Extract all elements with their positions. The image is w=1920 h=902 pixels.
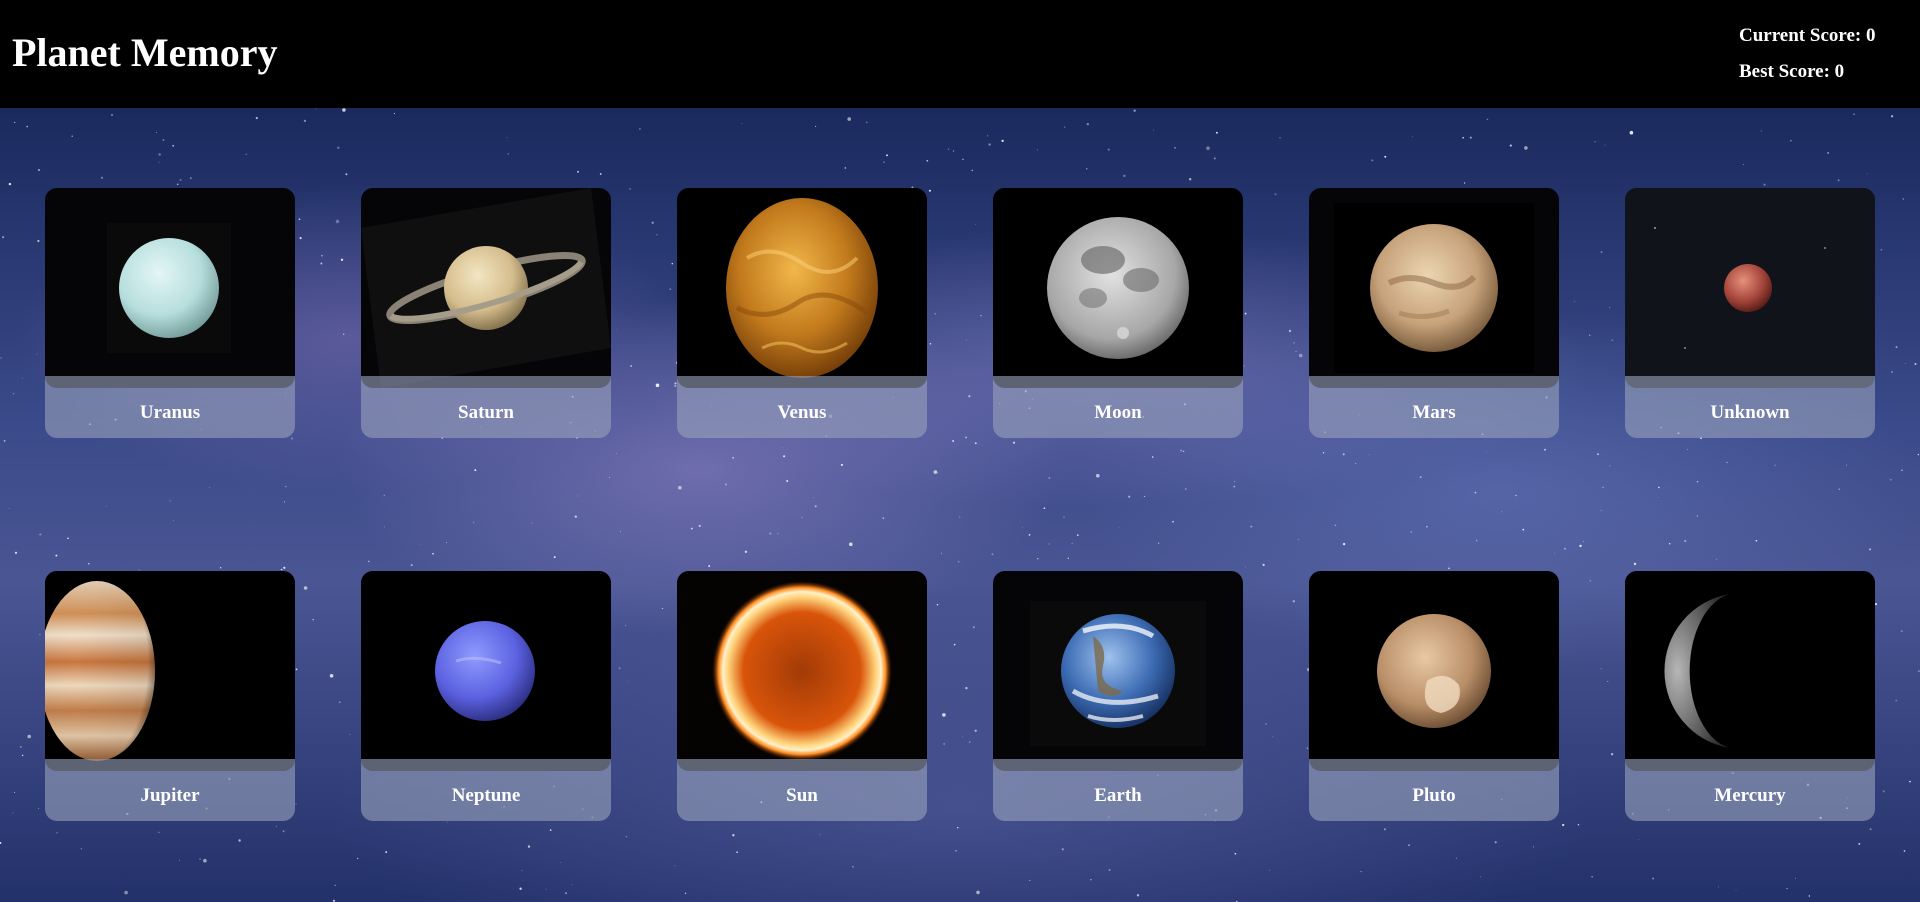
unknown-planet-icon xyxy=(1625,188,1875,388)
best-score: Best Score: 0 xyxy=(1739,61,1845,82)
card-saturn[interactable]: Saturn xyxy=(361,188,611,438)
card-jupiter[interactable]: Jupiter xyxy=(45,571,295,821)
card-uranus[interactable]: Uranus xyxy=(45,188,295,438)
card-neptune[interactable]: Neptune xyxy=(361,571,611,821)
mars-icon xyxy=(1309,188,1559,388)
card-label: Sun xyxy=(786,785,818,806)
mercury-icon xyxy=(1625,571,1875,771)
venus-icon xyxy=(677,188,927,388)
earth-icon xyxy=(993,571,1243,771)
card-label: Mercury xyxy=(1714,785,1786,806)
card-label: Uranus xyxy=(139,402,201,423)
card-venus[interactable]: Venus xyxy=(677,188,927,438)
saturn-icon xyxy=(361,188,611,388)
card-mars[interactable]: Mars xyxy=(1309,188,1559,438)
card-label: Unknown xyxy=(1710,402,1790,423)
jupiter-icon xyxy=(45,571,295,771)
moon-icon xyxy=(993,188,1243,388)
app-title: Planet Memory xyxy=(12,30,278,75)
card-mercury[interactable]: Mercury xyxy=(1625,571,1875,821)
card-label: Venus xyxy=(777,402,827,423)
scoreboard: Current Score: 0 Best Score: 0 xyxy=(1739,22,1876,94)
uranus-icon xyxy=(45,188,295,388)
card-label: Jupiter xyxy=(140,785,200,806)
card-label: Moon xyxy=(1094,402,1142,423)
card-pluto[interactable]: Pluto xyxy=(1309,571,1559,821)
card-grid: Uranus Saturn Venus Moon Mars Unknown Ju… xyxy=(0,108,1920,902)
card-label: Pluto xyxy=(1412,785,1456,806)
card-unknown[interactable]: Unknown xyxy=(1625,188,1875,438)
card-moon[interactable]: Moon xyxy=(993,188,1243,438)
card-label: Mars xyxy=(1412,402,1456,423)
top-bar: Planet Memory Current Score: 0 Best Scor… xyxy=(0,0,1920,108)
card-label: Earth xyxy=(1094,785,1142,806)
sun-icon xyxy=(677,571,927,771)
current-score: Current Score: 0 xyxy=(1739,25,1876,46)
card-earth[interactable]: Earth xyxy=(993,571,1243,821)
card-label: Neptune xyxy=(451,785,521,806)
pluto-icon xyxy=(1309,571,1559,771)
card-sun[interactable]: Sun xyxy=(677,571,927,821)
neptune-icon xyxy=(361,571,611,771)
card-label: Saturn xyxy=(458,402,514,423)
